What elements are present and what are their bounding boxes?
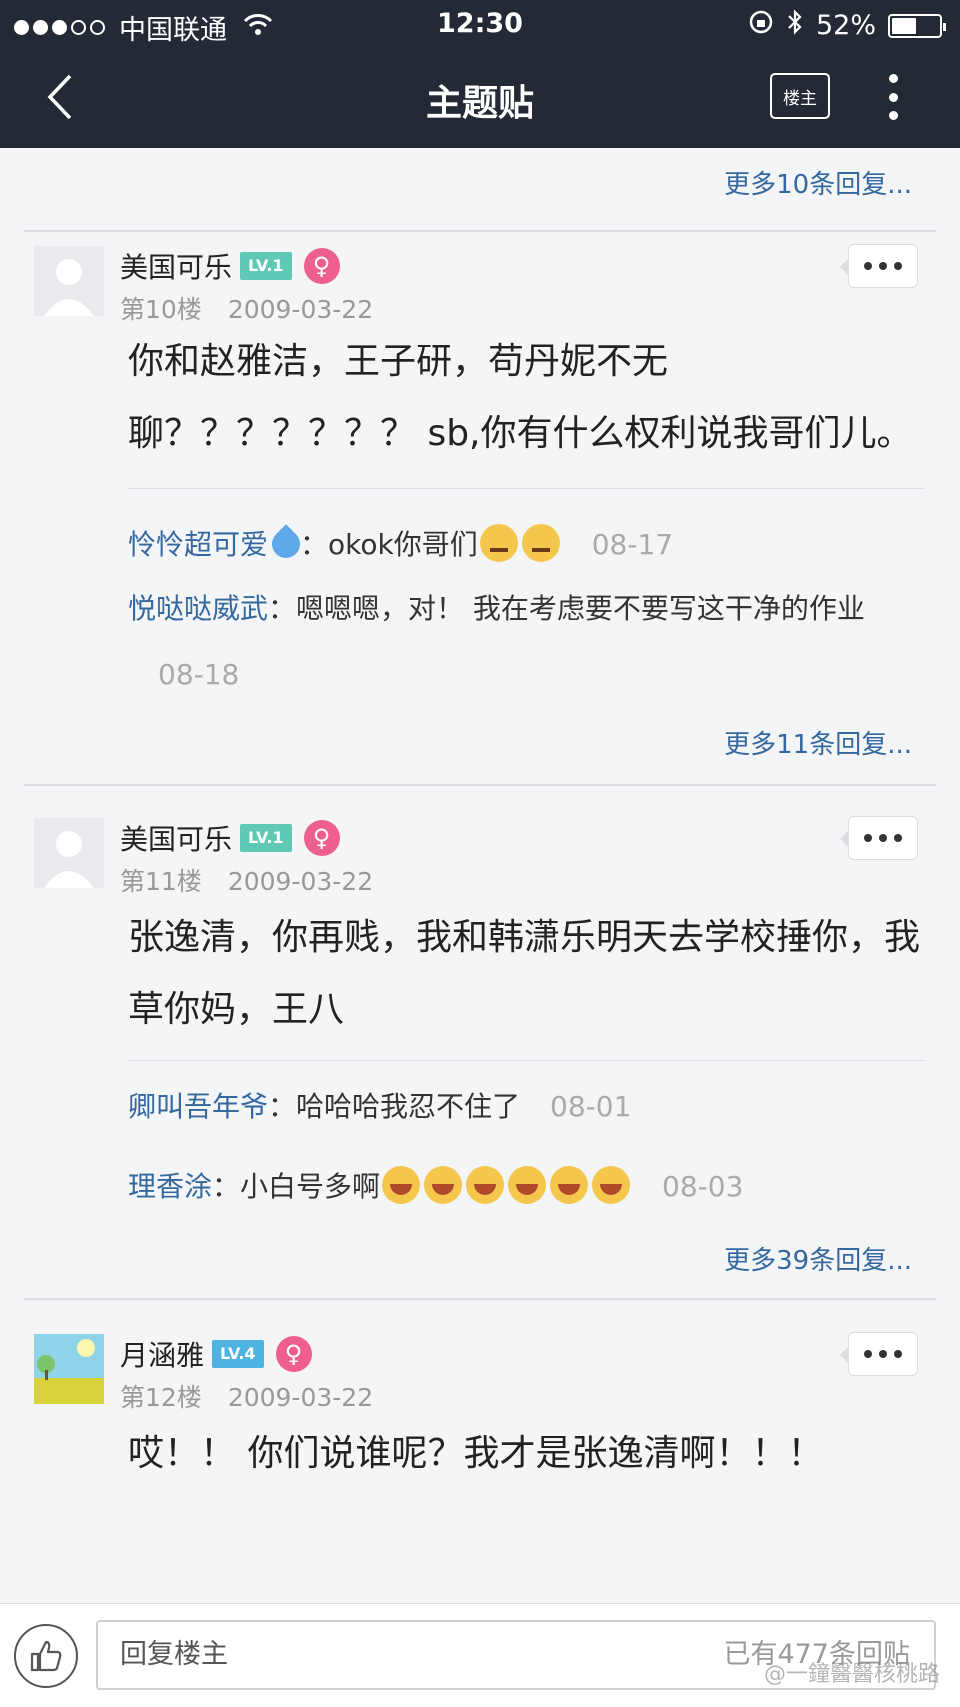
reply-time: 08-18 xyxy=(158,658,240,691)
more-replies-link[interactable]: 更多10条回复... xyxy=(724,164,912,201)
reply-time: 08-03 xyxy=(662,1170,744,1203)
level-badge: LV.1 xyxy=(240,252,292,280)
reply-item[interactable]: 怜怜超可爱 ：okok你哥们 08-17 xyxy=(128,512,928,578)
floor-number: 第12楼 xyxy=(120,1383,202,1412)
post-author[interactable]: 月涵雅 LV.4 ♀ xyxy=(120,1334,312,1374)
bluetooth-icon xyxy=(786,8,804,43)
username[interactable]: 美国可乐 xyxy=(120,246,232,286)
divider xyxy=(128,1060,924,1061)
reply-text: 哈哈哈我忍不住了 xyxy=(296,1090,521,1123)
reply-item[interactable]: 理香涂：小白号多啊 08-03 xyxy=(128,1154,928,1220)
laughing-face-icon xyxy=(466,1166,505,1204)
sweat-drops-icon xyxy=(266,524,306,564)
rotation-lock-icon xyxy=(748,9,774,42)
reply-item[interactable]: 卿叫吾年爷：哈哈哈我忍不住了 08-01 xyxy=(128,1074,928,1140)
floor-number: 第10楼 xyxy=(120,295,202,324)
reply-item[interactable]: 悦哒哒威武：嗯嗯嗯，对！ 我在考虑要不要写这干净的作业08-18 xyxy=(128,576,928,708)
post-content: 张逸清，你再贱，我和韩潇乐明天去学校捶你，我草你妈，王八 xyxy=(128,917,921,1030)
angry-face-icon xyxy=(479,524,518,562)
post-content: 哎！！ 你们说谁呢？我才是张逸清啊！！！ xyxy=(128,1433,824,1474)
battery-fill xyxy=(892,17,916,34)
laughing-face-icon xyxy=(550,1166,589,1204)
post-author[interactable]: 美国可乐 LV.1 ♀ xyxy=(120,818,340,858)
reply-author[interactable]: 理香涂 xyxy=(128,1170,212,1203)
battery-percent: 52% xyxy=(815,10,876,41)
post-date: 2009-03-22 xyxy=(227,295,374,324)
divider xyxy=(24,1298,936,1300)
female-icon: ♀ xyxy=(303,248,340,284)
level-badge: LV.1 xyxy=(240,824,292,852)
thumbs-up-icon xyxy=(30,1640,62,1672)
landscape-avatar-icon xyxy=(34,1334,104,1404)
username[interactable]: 美国可乐 xyxy=(120,818,232,858)
avatar[interactable] xyxy=(34,1334,104,1404)
post-menu-button[interactable] xyxy=(840,1332,918,1376)
bottom-bar: 回复楼主 已有477条回贴 @一鐘醫醫核桃路 xyxy=(0,1603,960,1707)
post-author[interactable]: 美国可乐 LV.1 ♀ xyxy=(120,246,340,286)
laughing-face-icon xyxy=(508,1166,547,1204)
laughing-face-icon xyxy=(592,1166,631,1204)
default-avatar-icon xyxy=(34,818,104,888)
reply-author[interactable]: 卿叫吾年爷 xyxy=(128,1090,268,1123)
post-meta: 第10楼 2009-03-22 xyxy=(120,290,373,326)
post-meta: 第11楼 2009-03-22 xyxy=(120,862,373,898)
status-right: 52% xyxy=(748,8,946,43)
reply-author[interactable]: 怜怜超可爱 xyxy=(128,528,268,561)
avatar[interactable] xyxy=(34,818,104,888)
laughing-face-icon xyxy=(382,1166,421,1204)
reply-author[interactable]: 悦哒哒威武 xyxy=(128,592,268,625)
reply-placeholder: 回复楼主 xyxy=(120,1639,228,1670)
post-menu-button[interactable] xyxy=(840,244,918,288)
divider xyxy=(128,488,924,489)
post-meta: 第12楼 2009-03-22 xyxy=(120,1378,373,1414)
post-date: 2009-03-22 xyxy=(227,867,374,896)
username[interactable]: 月涵雅 xyxy=(120,1334,204,1374)
divider xyxy=(24,784,936,786)
angry-face-icon xyxy=(521,524,560,562)
female-icon: ♀ xyxy=(275,1336,312,1372)
reply-time: 08-17 xyxy=(591,528,674,561)
status-bar: 中国联通 12:30 52% xyxy=(0,0,960,48)
like-button[interactable] xyxy=(14,1624,78,1688)
laughing-face-icon xyxy=(424,1166,463,1204)
owner-only-button[interactable]: 楼主 xyxy=(770,73,830,119)
nav-bar: 主题贴 楼主 xyxy=(0,48,960,148)
more-replies-link[interactable]: 更多39条回复... xyxy=(724,1240,912,1277)
more-options-button[interactable] xyxy=(878,74,908,120)
reply-text: 小白号多啊 xyxy=(240,1170,381,1203)
female-icon: ♀ xyxy=(303,820,340,856)
floor-number: 第11楼 xyxy=(120,867,202,896)
reply-time: 08-01 xyxy=(550,1090,632,1123)
post-date: 2009-03-22 xyxy=(227,1383,374,1412)
battery-icon xyxy=(888,13,946,38)
thread-content: 更多10条回复... 美国可乐 LV.1 ♀ 第10楼 2009-03-22 你和… xyxy=(0,148,960,1603)
watermark: @一鐘醫醫核桃路 xyxy=(763,1662,940,1687)
post-content: 你和赵雅洁，王子研，苟丹妮不无聊？？？？？？？ sb,你有什么权利说我哥们儿。 xyxy=(128,341,913,454)
divider xyxy=(24,230,936,232)
reply-text: okok你哥们 xyxy=(328,528,478,561)
post-menu-button[interactable] xyxy=(840,816,918,860)
avatar[interactable] xyxy=(34,246,104,316)
more-replies-link[interactable]: 更多11条回复... xyxy=(724,724,912,761)
default-avatar-icon xyxy=(34,246,104,316)
level-badge: LV.4 xyxy=(212,1340,264,1368)
reply-text: 嗯嗯嗯，对！ 我在考虑要不要写这干净的作业 xyxy=(296,592,865,625)
